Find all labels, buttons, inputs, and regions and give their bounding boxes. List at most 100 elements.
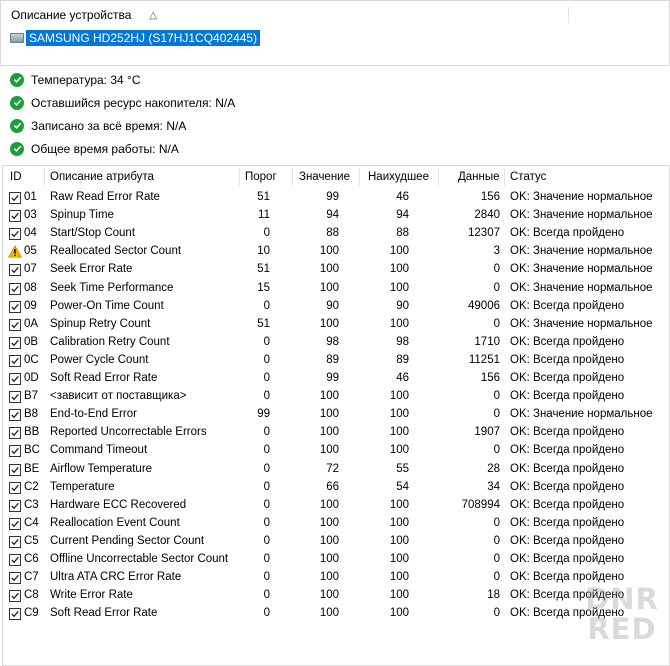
- warning-icon: [8, 245, 22, 258]
- device-list-item[interactable]: SAMSUNG HD252HJ (S17HJ1CQ402445): [10, 30, 261, 46]
- column-divider[interactable]: [292, 168, 293, 186]
- column-divider[interactable]: [504, 168, 505, 186]
- table-row[interactable]: C8 Write Error Rate 0 100 100 18 OK: Всегда пр…: [3, 587, 669, 605]
- cell-id: 0A: [24, 317, 39, 330]
- cell-threshold: 0: [263, 516, 270, 529]
- table-row[interactable]: C3 Hardware ECC Recovered 0 100 100 708994 OK:…: [3, 497, 669, 515]
- cell-status: OK: Значение нормальное: [510, 408, 653, 421]
- table-row[interactable]: BE Airflow Temperature 0 72 55 28 OK: Всегда п…: [3, 461, 669, 479]
- checkbox-check-icon[interactable]: [9, 264, 21, 277]
- table-row[interactable]: 07 Seek Error Rate 51 100 100 0 OK: Значение н…: [3, 261, 669, 279]
- table-row[interactable]: C9 Soft Read Error Rate 0 100 100 0 OK: Всегда…: [3, 605, 669, 623]
- header-name[interactable]: Описание атрибута: [50, 171, 154, 183]
- cell-data: 34: [487, 480, 500, 493]
- watermark-line: RED: [587, 612, 657, 646]
- table-row[interactable]: BB Reported Uncorrectable Errors 0 100 100 19…: [3, 424, 669, 442]
- table-row[interactable]: 0B Calibration Retry Count 0 98 98 1710 OK: Вс…: [3, 334, 669, 352]
- checkbox-check-icon[interactable]: [9, 373, 21, 385]
- table-row[interactable]: C7 Ultra ATA CRC Error Rate 0 100 100 0 OK: Вс…: [3, 569, 669, 587]
- checkbox-check-icon[interactable]: [9, 354, 21, 367]
- checkbox-check-icon[interactable]: [9, 499, 21, 512]
- cell-attribute-name: Reallocated Sector Count: [50, 245, 182, 258]
- header-id[interactable]: ID: [10, 171, 22, 183]
- checkbox-check-icon[interactable]: [9, 300, 21, 313]
- cell-data: 0: [493, 263, 500, 276]
- cell-status: OK: Всегда пройдено: [510, 426, 625, 439]
- header-value[interactable]: Значение: [299, 171, 350, 183]
- cell-threshold: 10: [257, 245, 270, 258]
- table-row[interactable]: BC Command Timeout 0 100 100 0 OK: Всегда прой…: [3, 442, 669, 460]
- header-worst[interactable]: Наихудшее: [368, 171, 429, 183]
- cell-data: 156: [480, 372, 500, 384]
- checkbox-check-icon[interactable]: [9, 572, 21, 585]
- table-row[interactable]: 01 Raw Read Error Rate 51 99 46 156 OK: Значен…: [3, 189, 669, 207]
- header-status[interactable]: Статус: [510, 171, 546, 183]
- cell-worst: 55: [396, 462, 409, 475]
- header-threshold[interactable]: Порог: [245, 171, 277, 183]
- table-row[interactable]: 03 Spinup Time 11 94 94 2840 OK: Значение норм…: [3, 207, 669, 225]
- cell-value: 100: [319, 426, 339, 439]
- column-divider[interactable]: [239, 168, 240, 186]
- column-divider[interactable]: [568, 7, 569, 23]
- cell-value: 100: [319, 516, 339, 529]
- table-row[interactable]: B8 End-to-End Error 99 100 100 0 OK: Значение …: [3, 406, 669, 424]
- cell-value: 99: [326, 372, 339, 384]
- checkbox-check-icon[interactable]: [9, 427, 21, 440]
- cell-threshold: 51: [257, 263, 270, 276]
- checkbox-check-icon[interactable]: [9, 391, 21, 404]
- table-row[interactable]: 08 Seek Time Performance 15 100 100 0 OK: Знач…: [3, 280, 669, 298]
- table-row[interactable]: C6 Offline Uncorrectable Sector Count 0 100…: [3, 551, 669, 569]
- checkbox-check-icon[interactable]: [9, 608, 21, 621]
- cell-worst: 100: [389, 263, 409, 276]
- column-divider[interactable]: [438, 168, 439, 186]
- sort-up-icon[interactable]: △: [149, 10, 157, 21]
- table-row[interactable]: 0A Spinup Retry Count 51 100 100 0 OK: Значени…: [3, 316, 669, 334]
- device-name[interactable]: SAMSUNG HD252HJ (S17HJ1CQ402445): [26, 30, 261, 46]
- checkbox-check-icon[interactable]: [9, 210, 21, 223]
- column-divider[interactable]: [359, 168, 360, 186]
- table-row[interactable]: 09 Power-On Time Count 0 90 90 49006 OK: Всегд…: [3, 298, 669, 316]
- column-divider[interactable]: [44, 168, 45, 186]
- checkbox-check-icon[interactable]: [9, 554, 21, 566]
- checkbox-check-icon[interactable]: [9, 517, 21, 530]
- checkbox-check-icon[interactable]: [9, 282, 21, 295]
- cell-data: 0: [493, 571, 500, 584]
- table-row[interactable]: C2 Temperature 0 66 54 34 OK: Всегда пройдено: [3, 479, 669, 497]
- cell-status: OK: Значение нормальное: [510, 245, 653, 258]
- checkbox-check-icon[interactable]: [9, 409, 21, 422]
- table-row[interactable]: C4 Reallocation Event Count 0 100 100 0 OK: Вс…: [3, 515, 669, 533]
- cell-worst: 100: [389, 281, 409, 294]
- table-row[interactable]: 0D Soft Read Error Rate 0 99 46 156 OK: Всегда…: [3, 370, 669, 388]
- checkbox-check-icon[interactable]: [9, 590, 21, 603]
- cell-data: 1710: [474, 335, 500, 348]
- checkbox-check-icon[interactable]: [9, 445, 21, 458]
- checkbox-check-icon[interactable]: [9, 318, 21, 331]
- checkbox-check-icon[interactable]: [9, 228, 21, 241]
- cell-worst: 100: [389, 498, 409, 511]
- device-panel-header[interactable]: Описание устройства △: [1, 1, 669, 29]
- checkbox-check-icon[interactable]: [9, 336, 21, 349]
- table-row[interactable]: 05 Reallocated Sector Count 10 100 100 3 OK: З…: [3, 243, 669, 261]
- cell-threshold: 0: [263, 299, 270, 312]
- checkbox-check-icon[interactable]: [9, 481, 21, 494]
- table-row[interactable]: B7 <зависит от поставщика> 0 100 100 0 OK: Все…: [3, 388, 669, 406]
- cell-value: 100: [319, 263, 339, 276]
- ok-check-icon: [10, 72, 24, 87]
- device-column-title[interactable]: Описание устройства: [11, 8, 131, 22]
- cell-attribute-name: Calibration Retry Count: [50, 335, 170, 348]
- table-row[interactable]: C5 Current Pending Sector Count 0 100 100 0 OK…: [3, 533, 669, 551]
- checkbox-check-icon[interactable]: [9, 463, 21, 476]
- cell-threshold: 0: [263, 353, 270, 366]
- header-data[interactable]: Данные: [458, 171, 500, 183]
- table-row[interactable]: 0C Power Cycle Count 0 89 89 11251 OK: Всегда …: [3, 352, 669, 370]
- cell-id: 01: [24, 191, 37, 203]
- cell-attribute-name: Power Cycle Count: [50, 353, 149, 366]
- cell-status: OK: Всегда пройдено: [510, 299, 625, 312]
- cell-data: 0: [493, 281, 500, 294]
- checkbox-check-icon[interactable]: [9, 192, 21, 204]
- cell-threshold: 51: [257, 317, 270, 330]
- cell-worst: 46: [396, 191, 409, 203]
- table-row[interactable]: 04 Start/Stop Count 0 88 88 12307 OK: Всегда п…: [3, 225, 669, 243]
- checkbox-check-icon[interactable]: [9, 535, 21, 548]
- cell-threshold: 0: [263, 227, 270, 240]
